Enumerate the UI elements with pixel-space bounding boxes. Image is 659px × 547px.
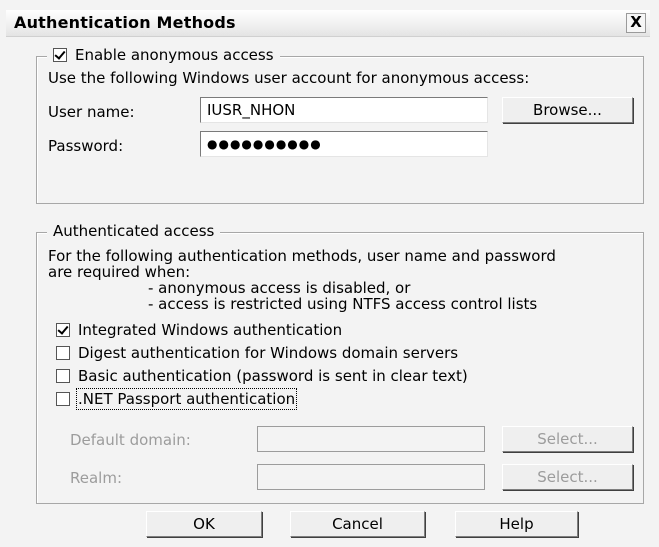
default-domain-label: Default domain: xyxy=(70,431,191,449)
authenticated-access-group: Authenticated access For the following a… xyxy=(36,222,644,504)
digest-auth-option[interactable]: Digest authentication for Windows domain… xyxy=(56,344,458,362)
default-domain-select-button[interactable]: Select... xyxy=(502,426,633,452)
anonymous-access-group: Enable anonymous access Use the followin… xyxy=(36,46,644,204)
browse-button[interactable]: Browse... xyxy=(502,97,633,123)
basic-auth-checkbox[interactable] xyxy=(56,369,70,383)
ok-button[interactable]: OK xyxy=(146,511,262,537)
username-label: User name: xyxy=(48,103,135,121)
passport-auth-option[interactable]: .NET Passport authentication xyxy=(56,388,298,410)
password-field[interactable]: ●●●●●●●●●● xyxy=(200,131,488,157)
integrated-windows-auth-label: Integrated Windows authentication xyxy=(78,321,343,339)
password-label: Password: xyxy=(48,137,124,155)
basic-auth-option[interactable]: Basic authentication (password is sent i… xyxy=(56,367,468,385)
anonymous-checkbox-box[interactable] xyxy=(53,48,67,62)
enable-anonymous-access-checkbox[interactable]: Enable anonymous access xyxy=(47,46,280,64)
digest-auth-checkbox[interactable] xyxy=(56,346,70,360)
close-icon[interactable]: X xyxy=(626,13,646,33)
basic-auth-label: Basic authentication (password is sent i… xyxy=(78,367,468,385)
auth-condition-2: - access is restricted using NTFS access… xyxy=(148,295,538,313)
help-button[interactable]: Help xyxy=(455,511,578,537)
window-title: Authentication Methods xyxy=(14,13,236,32)
enable-anonymous-access-label: Enable anonymous access xyxy=(75,46,274,64)
username-field[interactable]: IUSR_NHON xyxy=(200,97,488,123)
cancel-button[interactable]: Cancel xyxy=(290,511,425,537)
passport-auth-checkbox[interactable] xyxy=(56,392,70,406)
default-domain-field[interactable] xyxy=(257,426,485,452)
realm-label: Realm: xyxy=(70,469,123,487)
realm-select-button[interactable]: Select... xyxy=(502,464,633,490)
passport-auth-label: .NET Passport authentication xyxy=(75,388,298,410)
digest-auth-label: Digest authentication for Windows domain… xyxy=(78,344,459,362)
dialog-window: Authentication Methods X Enable anonymou… xyxy=(0,0,659,547)
integrated-windows-auth-checkbox[interactable] xyxy=(56,323,70,337)
integrated-windows-auth-option[interactable]: Integrated Windows authentication xyxy=(56,321,342,339)
title-bar: Authentication Methods X xyxy=(6,10,650,37)
anonymous-description: Use the following Windows user account f… xyxy=(48,69,530,87)
authenticated-access-title: Authenticated access xyxy=(47,222,221,240)
realm-field[interactable] xyxy=(257,464,485,490)
